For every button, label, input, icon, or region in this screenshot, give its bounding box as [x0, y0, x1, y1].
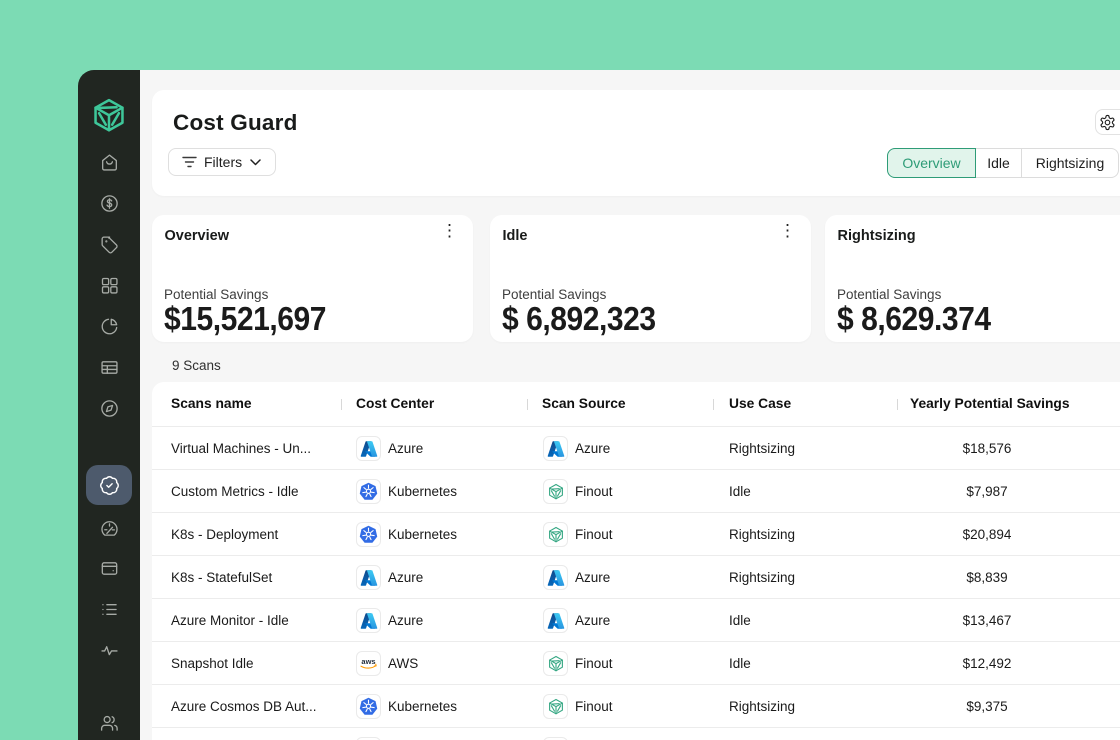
- svg-text:aws: aws: [361, 657, 375, 666]
